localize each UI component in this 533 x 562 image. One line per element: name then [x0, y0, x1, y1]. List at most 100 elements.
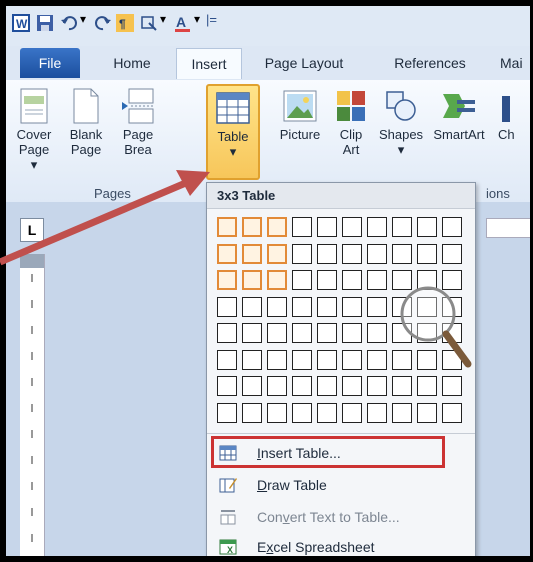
grid-cell[interactable] [292, 402, 312, 423]
grid-cell[interactable] [217, 323, 237, 343]
grid-cell[interactable] [292, 270, 312, 290]
grid-cell[interactable] [317, 243, 337, 264]
grid-cell[interactable] [342, 270, 362, 290]
grid-cell[interactable] [342, 349, 362, 370]
picture-button[interactable]: Picture [274, 88, 326, 142]
undo-dropdown-icon[interactable]: ▾ [80, 12, 86, 26]
grid-cell[interactable] [292, 243, 312, 264]
grid-cell[interactable] [267, 270, 287, 290]
smartart-button[interactable]: SmartArt [426, 88, 492, 142]
grid-cell[interactable] [242, 402, 262, 423]
grid-cell[interactable] [267, 349, 287, 370]
clip-art-button[interactable]: Clip Art [332, 88, 370, 157]
grid-cell[interactable] [242, 376, 262, 396]
clip-art-icon [337, 91, 365, 121]
grid-cell[interactable] [342, 323, 362, 343]
grid-cell[interactable] [317, 376, 337, 396]
tab-file[interactable]: File [20, 48, 80, 78]
grid-cell[interactable] [217, 243, 237, 264]
vertical-ruler [20, 254, 45, 556]
font-color-icon[interactable]: A [174, 14, 192, 32]
grid-cell[interactable] [417, 243, 437, 264]
font-color-dropdown-icon[interactable]: ▾ [194, 12, 200, 26]
grid-cell[interactable] [367, 243, 387, 264]
convert-text-to-table-item[interactable]: Convert Text to Table... [207, 503, 475, 531]
grid-cell[interactable] [217, 217, 237, 237]
grid-cell[interactable] [242, 270, 262, 290]
grid-cell[interactable] [442, 402, 462, 423]
show-formatting-icon[interactable]: ¶ [116, 14, 134, 32]
tab-mailings[interactable]: Mai [500, 48, 530, 78]
grid-cell[interactable] [267, 376, 287, 396]
shapes-button[interactable]: Shapes ▾ [376, 88, 426, 157]
customize-dropdown-icon[interactable]: ▾ [160, 12, 166, 26]
table-button[interactable]: Table ▾ [206, 84, 260, 180]
grid-cell[interactable] [217, 349, 237, 370]
grid-cell[interactable] [442, 243, 462, 264]
grid-cell[interactable] [367, 296, 387, 317]
grid-cell[interactable] [242, 323, 262, 343]
grid-cell[interactable] [392, 217, 412, 237]
grid-cell[interactable] [392, 243, 412, 264]
grid-cell[interactable] [317, 217, 337, 237]
grid-cell[interactable] [292, 323, 312, 343]
grid-cell[interactable] [342, 402, 362, 423]
grid-cell[interactable] [367, 323, 387, 343]
grid-cell[interactable] [267, 296, 287, 317]
redo-icon[interactable] [94, 14, 112, 32]
grid-cell[interactable] [317, 402, 337, 423]
grid-cell[interactable] [392, 376, 412, 396]
customize-icon[interactable] [140, 14, 158, 32]
grid-cell[interactable] [217, 402, 237, 423]
grid-cell[interactable] [392, 402, 412, 423]
grid-cell[interactable] [442, 217, 462, 237]
blank-page-button[interactable]: Blank Page [64, 88, 108, 157]
tab-selector-icon[interactable]: L [20, 218, 44, 242]
tab-references[interactable]: References [382, 48, 478, 78]
chart-button[interactable]: Ch [498, 88, 530, 142]
grid-cell[interactable] [317, 270, 337, 290]
grid-cell[interactable] [217, 296, 237, 317]
page-break-button[interactable]: Page Brea [116, 88, 160, 157]
grid-cell[interactable] [267, 402, 287, 423]
grid-cell[interactable] [317, 349, 337, 370]
grid-cell[interactable] [242, 243, 262, 264]
grid-cell[interactable] [417, 376, 437, 396]
grid-cell[interactable] [342, 243, 362, 264]
grid-cell[interactable] [242, 349, 262, 370]
grid-cell[interactable] [367, 217, 387, 237]
grid-cell[interactable] [292, 349, 312, 370]
grid-cell[interactable] [367, 349, 387, 370]
grid-cell[interactable] [242, 217, 262, 237]
grid-cell[interactable] [442, 376, 462, 396]
grid-cell[interactable] [317, 296, 337, 317]
grid-cell[interactable] [267, 243, 287, 264]
grid-cell[interactable] [267, 217, 287, 237]
word-logo-icon[interactable]: W [12, 14, 30, 32]
grid-cell[interactable] [217, 376, 237, 396]
grid-cell[interactable] [367, 376, 387, 396]
save-icon[interactable] [36, 14, 54, 32]
grid-cell[interactable] [342, 296, 362, 317]
tab-insert[interactable]: Insert [176, 48, 242, 79]
grid-cell[interactable] [342, 217, 362, 237]
tab-page-layout[interactable]: Page Layout [254, 48, 354, 78]
grid-cell[interactable] [292, 296, 312, 317]
grid-cell[interactable] [367, 270, 387, 290]
grid-cell[interactable] [292, 376, 312, 396]
grid-cell[interactable] [417, 217, 437, 237]
cover-page-button[interactable]: Cover Page ▾ [14, 88, 54, 172]
draw-table-item[interactable]: Draw Table [207, 471, 475, 499]
grid-cell[interactable] [217, 270, 237, 290]
grid-cell[interactable] [367, 402, 387, 423]
grid-cell[interactable] [242, 296, 262, 317]
grid-cell[interactable] [317, 323, 337, 343]
grid-cell[interactable] [417, 402, 437, 423]
tab-home[interactable]: Home [104, 48, 160, 78]
qat-more-icon[interactable]: |= [206, 12, 217, 27]
grid-cell[interactable] [292, 217, 312, 237]
grid-cell[interactable] [342, 376, 362, 396]
grid-cell[interactable] [267, 323, 287, 343]
undo-icon[interactable] [60, 14, 78, 32]
excel-spreadsheet-item[interactable]: X Excel Spreadsheet [207, 533, 475, 556]
